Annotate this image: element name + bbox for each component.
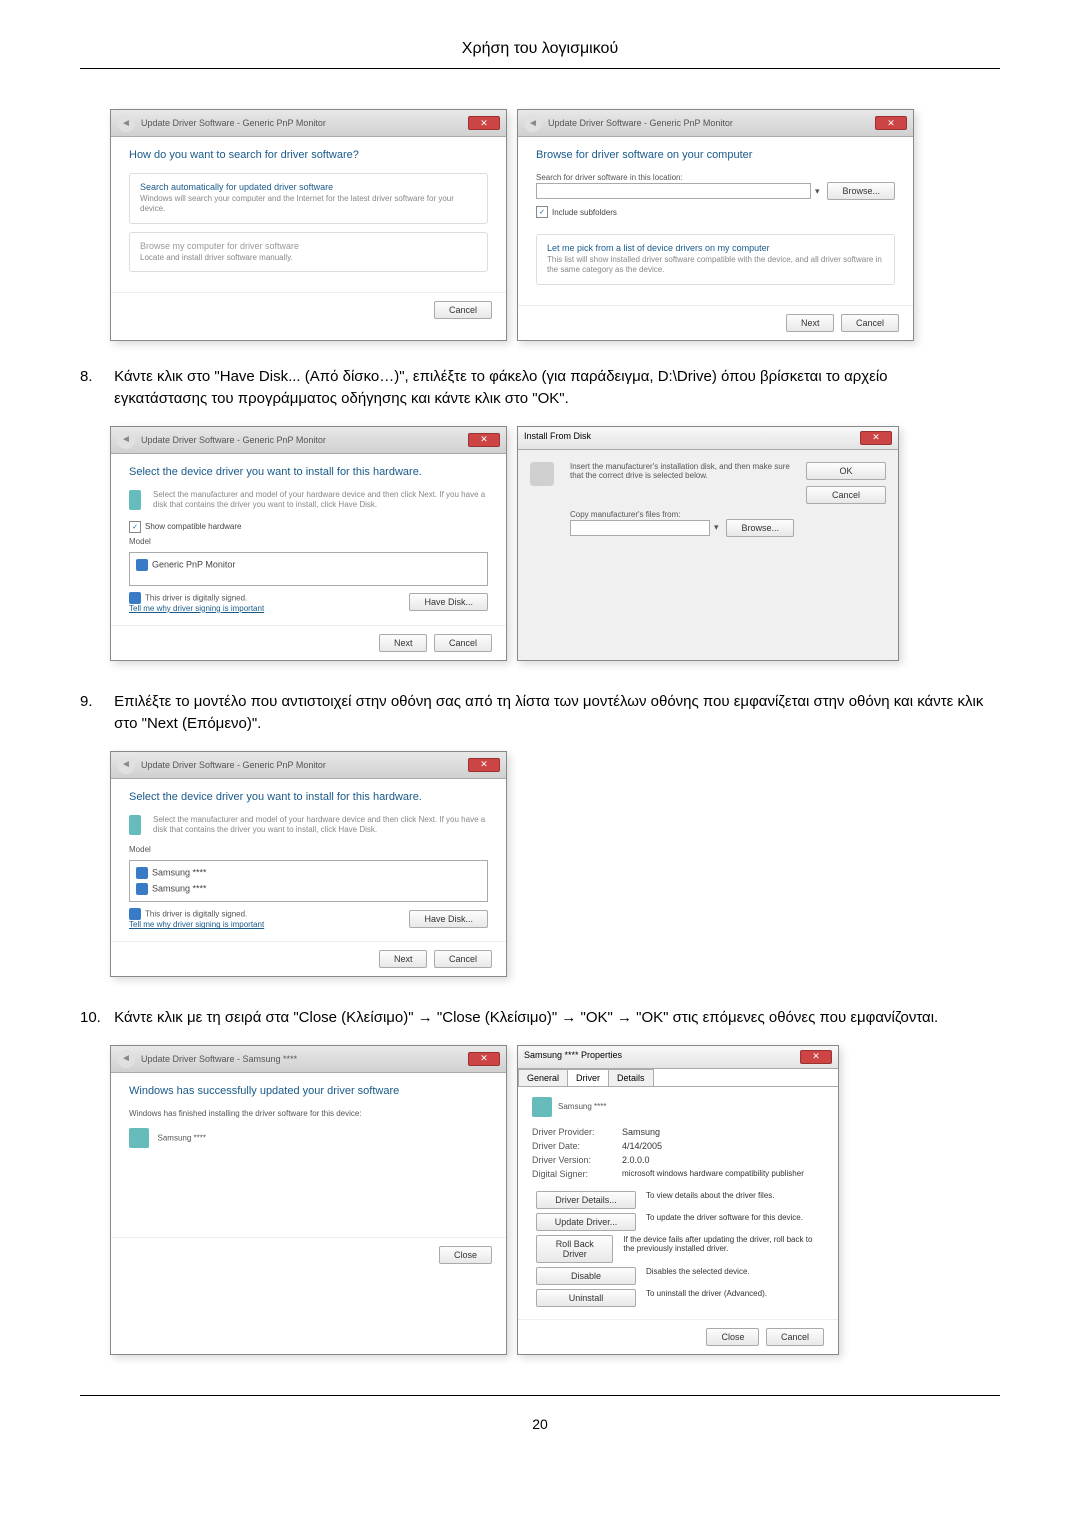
close-icon[interactable]: ✕ [875,116,907,130]
step-text-8: Κάντε κλικ στο "Have Disk... (Aπό δίσκο…… [114,366,984,411]
cancel-button[interactable]: Cancel [766,1328,824,1346]
window-title-text: Update Driver Software - Generic PnP Mon… [141,118,326,128]
window-how-search: ◄ Update Driver Software - Generic PnP M… [110,109,507,341]
back-icon[interactable]: ◄ [117,1050,135,1068]
window-title-text: Update Driver Software - Generic PnP Mon… [548,118,733,128]
ok-button[interactable]: OK [806,462,886,480]
link-signing-info[interactable]: Tell me why driver signing is important [129,920,264,929]
browse-button[interactable]: Browse... [726,519,794,537]
step-text-9: Επιλέξτε το μοντέλο που αντιστοιχεί στην… [114,691,984,736]
model-header: Model [129,845,488,854]
back-icon[interactable]: ◄ [117,431,135,449]
path-input[interactable] [536,183,811,199]
model-header: Model [129,537,488,546]
list-item[interactable]: Samsung **** [134,881,483,897]
heading-browse: Browse for driver software on your compu… [536,149,895,161]
update-driver-button[interactable]: Update Driver... [536,1213,636,1231]
next-button[interactable]: Next [379,634,428,652]
close-icon[interactable]: ✕ [468,116,500,130]
shield-icon [136,867,148,879]
list-item[interactable]: Generic PnP Monitor [134,557,483,573]
shield-icon [129,592,141,604]
next-button[interactable]: Next [379,950,428,968]
close-button[interactable]: Close [439,1246,492,1264]
heading-select-driver: Select the device driver you want to ins… [129,791,488,803]
close-icon[interactable]: ✕ [468,433,500,447]
properties-title: Samsung **** Properties [524,1050,622,1064]
tab-general[interactable]: General [518,1069,568,1086]
disable-button[interactable]: Disable [536,1267,636,1285]
tab-details[interactable]: Details [608,1069,654,1086]
window-select-driver-generic: ◄ Update Driver Software - Generic PnP M… [110,426,507,661]
show-compatible-checkbox[interactable]: ✓ [129,521,141,533]
back-icon[interactable]: ◄ [524,114,542,132]
window-success: ◄ Update Driver Software - Samsung **** … [110,1045,507,1355]
cancel-button[interactable]: Cancel [434,634,492,652]
shield-icon [136,883,148,895]
option-browse-computer[interactable]: Browse my computer for driver software L… [129,232,488,272]
include-subfolders-checkbox[interactable]: ✓ [536,206,548,218]
close-button[interactable]: Close [706,1328,759,1346]
window-title-text: Update Driver Software - Generic PnP Mon… [141,760,326,770]
window-select-driver-samsung: ◄ Update Driver Software - Generic PnP M… [110,751,507,978]
back-icon[interactable]: ◄ [117,114,135,132]
disk-icon [530,462,554,486]
back-icon[interactable]: ◄ [117,756,135,774]
cancel-button[interactable]: Cancel [434,950,492,968]
device-icon [532,1097,552,1117]
tab-driver[interactable]: Driver [567,1069,609,1086]
window-title-text: Update Driver Software - Generic PnP Mon… [141,435,326,445]
heading-how-search: How do you want to search for driver sof… [129,149,488,161]
step-number-9: 9. [80,691,110,714]
have-disk-button[interactable]: Have Disk... [409,910,488,928]
page-header: Χρήση του λογισμικού [80,40,1000,69]
close-icon[interactable]: ✕ [800,1050,832,1064]
option-pick-from-list[interactable]: Let me pick from a list of device driver… [536,234,895,285]
model-list[interactable]: Generic PnP Monitor [129,552,488,586]
option-auto-search[interactable]: Search automatically for updated driver … [129,173,488,224]
close-icon[interactable]: ✕ [860,431,892,445]
device-icon [129,490,141,510]
cancel-button[interactable]: Cancel [806,486,886,504]
close-icon[interactable]: ✕ [468,758,500,772]
cancel-button[interactable]: Cancel [841,314,899,332]
cancel-button[interactable]: Cancel [434,301,492,319]
window-install-from-disk: Install From Disk ✕ Insert the manufactu… [517,426,899,661]
model-list[interactable]: Samsung **** Samsung **** [129,860,488,902]
close-icon[interactable]: ✕ [468,1052,500,1066]
shield-icon [129,908,141,920]
device-icon [129,815,141,835]
window-browse-location: ◄ Update Driver Software - Generic PnP M… [517,109,914,341]
heading-success: Windows has successfully updated your dr… [129,1085,488,1097]
uninstall-button[interactable]: Uninstall [536,1289,636,1307]
step-number-10: 10. [80,1007,110,1030]
disk-path-input[interactable] [570,520,710,536]
rollback-button[interactable]: Roll Back Driver [536,1235,613,1263]
shield-icon [136,559,148,571]
window-title-text: Update Driver Software - Samsung **** [141,1054,297,1064]
label-search-location: Search for driver software in this locat… [536,173,895,182]
have-disk-button[interactable]: Have Disk... [409,593,488,611]
step-text-10: Κάντε κλικ με τη σειρά στα "Close (Kλείσ… [114,1007,984,1030]
device-icon [129,1128,149,1148]
driver-details-button[interactable]: Driver Details... [536,1191,636,1209]
link-signing-info[interactable]: Tell me why driver signing is important [129,604,264,613]
next-button[interactable]: Next [786,314,835,332]
heading-select-driver: Select the device driver you want to ins… [129,466,488,478]
page-number: 20 [80,1395,1000,1452]
window-properties: Samsung **** Properties ✕ General Driver… [517,1045,839,1355]
browse-button[interactable]: Browse... [827,182,895,200]
list-item[interactable]: Samsung **** [134,865,483,881]
step-number-8: 8. [80,366,110,389]
install-disk-title: Install From Disk [524,431,591,445]
